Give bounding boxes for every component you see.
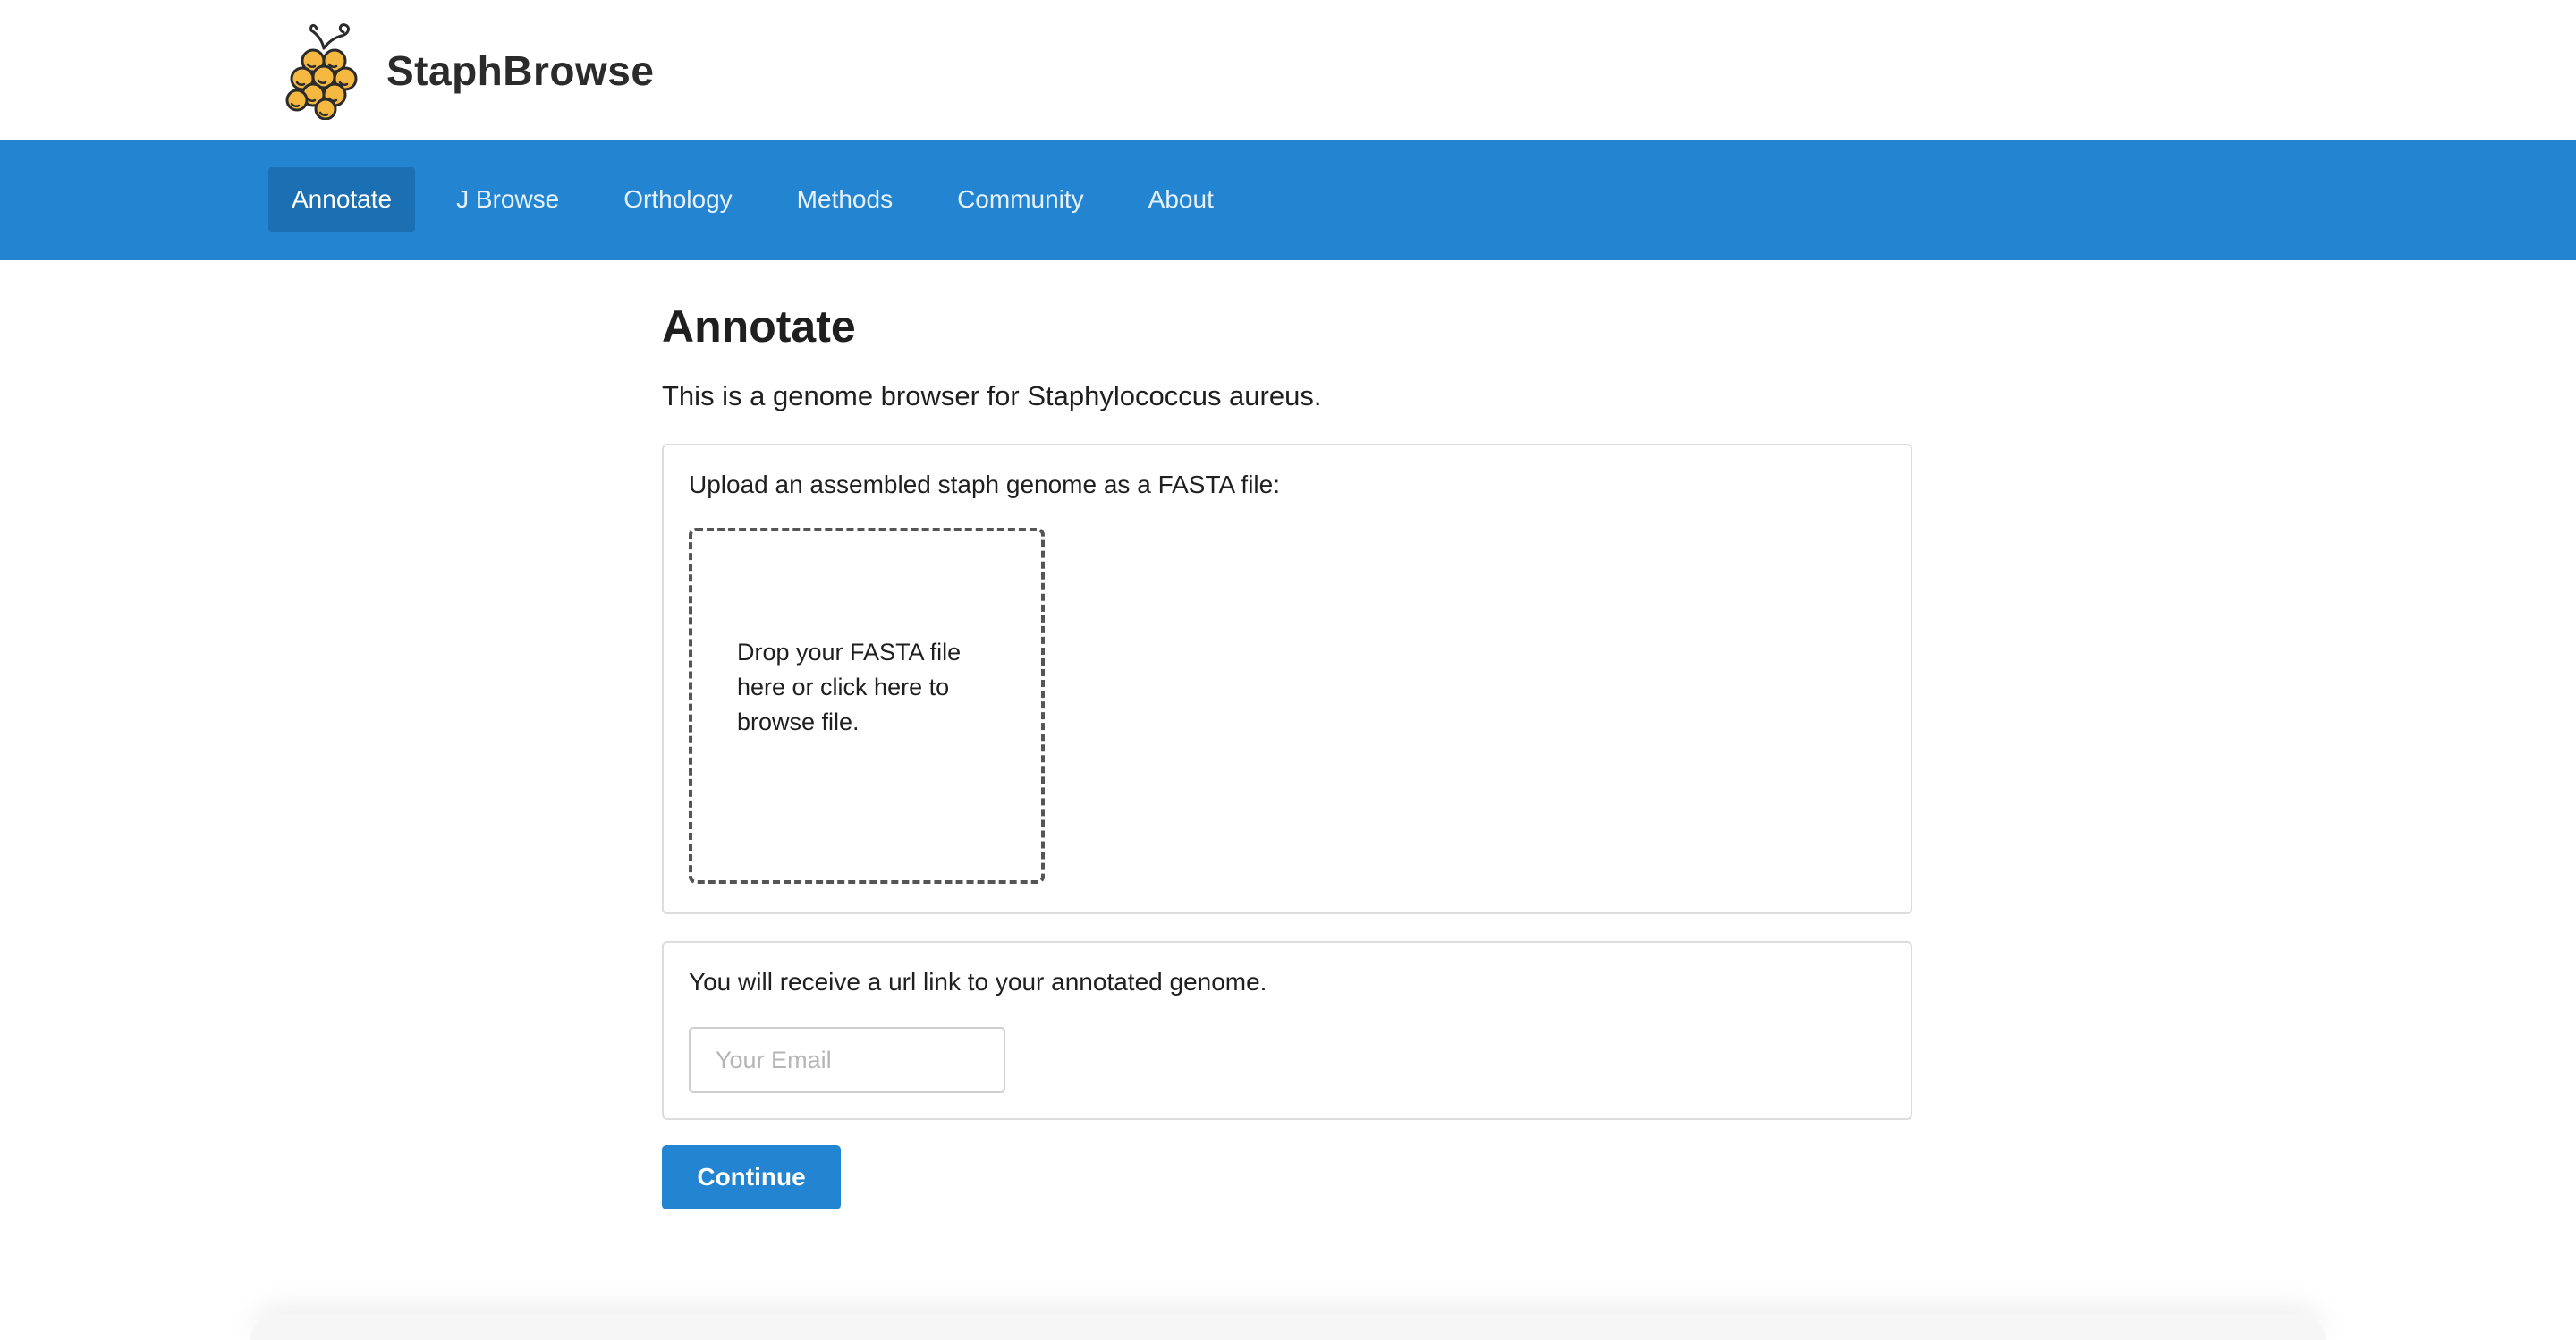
fasta-dropzone[interactable]: Drop your FASTA file here or click here …: [689, 528, 1045, 884]
nav-item-orthology[interactable]: Orthology: [600, 167, 755, 232]
nav-item-methods[interactable]: Methods: [774, 167, 916, 232]
continue-button[interactable]: Continue: [662, 1145, 841, 1209]
upload-label: Upload an assembled staph genome as a FA…: [689, 471, 1280, 498]
nav-item-jbrowse[interactable]: J Browse: [433, 167, 582, 232]
footer-edge: [250, 1313, 2326, 1340]
email-label: You will receive a url link to your anno…: [689, 968, 1267, 996]
page-title: Annotate: [662, 301, 856, 352]
nav-item-about[interactable]: About: [1125, 167, 1237, 232]
email-input[interactable]: [689, 1027, 1005, 1093]
upload-card: Upload an assembled staph genome as a FA…: [662, 444, 1912, 914]
nav-menu: Annotate J Browse Orthology Methods Comm…: [268, 167, 1255, 232]
brand[interactable]: StaphBrowse: [279, 21, 654, 120]
main-content: Annotate This is a genome browser for St…: [662, 295, 1914, 1209]
nav-item-annotate[interactable]: Annotate: [268, 167, 416, 232]
dropzone-text[interactable]: Drop your FASTA file here or click here …: [737, 635, 1005, 740]
site-header: StaphBrowse: [0, 0, 2576, 140]
brand-name[interactable]: StaphBrowse: [386, 47, 654, 95]
main-navbar: Annotate J Browse Orthology Methods Comm…: [0, 140, 2576, 260]
nav-item-community[interactable]: Community: [934, 167, 1107, 232]
intro-text: This is a genome browser for Staphylococ…: [662, 380, 1322, 411]
email-card: You will receive a url link to your anno…: [662, 941, 1912, 1120]
grape-cluster-icon: [285, 23, 358, 120]
